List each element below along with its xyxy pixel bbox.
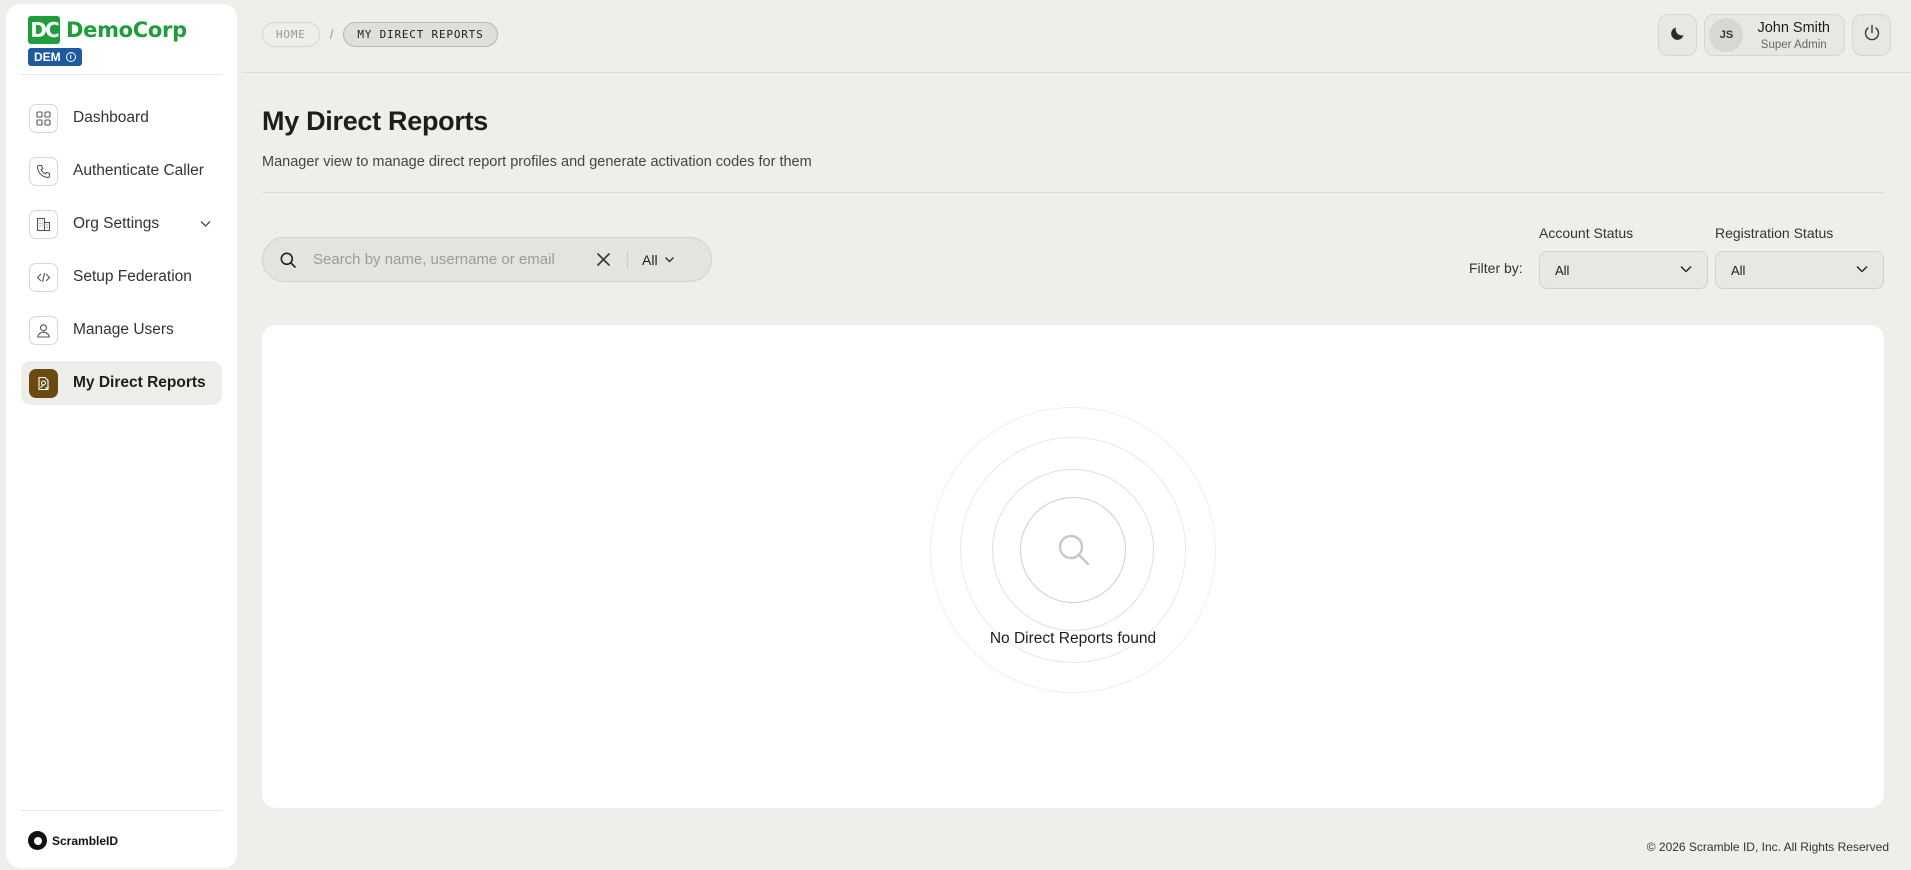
sidebar-item-my-direct-reports[interactable]: My Direct Reports xyxy=(21,361,222,405)
clear-search-icon[interactable] xyxy=(583,252,623,267)
user-check-icon xyxy=(29,368,58,398)
sidebar-item-dashboard[interactable]: Dashboard xyxy=(21,96,222,140)
avatar: JS xyxy=(1709,18,1744,52)
breadcrumb-current: MY DIRECT REPORTS xyxy=(343,22,498,47)
user-role: Super Admin xyxy=(1760,38,1827,51)
search-icon xyxy=(1056,532,1092,573)
account-status-filter: Account Status All xyxy=(1539,225,1708,289)
search-divider xyxy=(627,249,628,270)
sidebar-item-label: My Direct Reports xyxy=(73,374,206,391)
logout-button[interactable] xyxy=(1852,14,1891,56)
sidebar-item-setup-federation[interactable]: Setup Federation xyxy=(21,255,222,299)
page-subtitle: Manager view to manage direct report pro… xyxy=(262,154,812,170)
user-menu[interactable]: JS John Smith Super Admin xyxy=(1704,14,1845,56)
sidebar-footer-divider xyxy=(21,810,222,811)
account-status-select[interactable]: All xyxy=(1539,251,1708,289)
sidebar-nav: Dashboard Authenticate Caller Org Settin… xyxy=(21,96,222,414)
registration-status-select[interactable]: All xyxy=(1715,251,1884,289)
header-divider xyxy=(242,72,1911,73)
user-icon xyxy=(29,315,58,345)
sidebar-item-label: Authenticate Caller xyxy=(73,162,204,179)
grid-icon xyxy=(29,103,58,133)
account-status-value: All xyxy=(1555,262,1570,278)
empty-state-message: No Direct Reports found xyxy=(989,630,1157,647)
moon-icon xyxy=(1669,24,1687,47)
user-name: John Smith xyxy=(1757,19,1830,36)
search-input[interactable] xyxy=(313,251,583,268)
chevron-down-icon xyxy=(664,252,675,268)
page-title: My Direct Reports xyxy=(262,106,488,136)
breadcrumb: HOME / MY DIRECT REPORTS xyxy=(262,22,498,47)
direct-reports-panel: No Direct Reports found xyxy=(262,325,1884,808)
registration-status-filter: Registration Status All xyxy=(1715,225,1884,289)
sidebar-item-label: Manage Users xyxy=(73,321,174,338)
theme-toggle-button[interactable] xyxy=(1658,14,1698,56)
chevron-down-icon xyxy=(1855,262,1869,279)
sidebar-divider xyxy=(21,74,222,75)
copyright: © 2026 Scramble ID, Inc. All Rights Rese… xyxy=(1646,840,1889,854)
scrambleid-label: ScrambleID xyxy=(52,833,119,848)
brand-name: DemoCorp xyxy=(66,18,187,42)
scrambleid-logo-icon xyxy=(28,831,47,850)
building-icon xyxy=(29,209,58,239)
registration-status-label: Registration Status xyxy=(1715,225,1834,241)
search-icon xyxy=(263,251,313,269)
chevron-down-icon xyxy=(1679,262,1693,279)
org-badge-label: DEM xyxy=(34,50,61,64)
brand[interactable]: DC DemoCorp DEM i xyxy=(28,16,187,66)
chevron-down-icon[interactable] xyxy=(199,217,212,235)
breadcrumb-home[interactable]: HOME xyxy=(262,22,320,47)
header-actions: JS John Smith Super Admin xyxy=(1658,14,1891,56)
account-status-label: Account Status xyxy=(1539,225,1634,241)
filter-by-label: Filter by: xyxy=(1469,260,1523,276)
scrambleid-brand: ScrambleID xyxy=(28,831,118,850)
search-scope-value: All xyxy=(642,251,658,268)
phone-icon xyxy=(29,156,58,186)
registration-status-value: All xyxy=(1731,262,1746,278)
sidebar-item-org-settings[interactable]: Org Settings xyxy=(21,202,222,246)
org-badge[interactable]: DEM i xyxy=(28,48,82,66)
sidebar-item-authenticate-caller[interactable]: Authenticate Caller xyxy=(21,149,222,193)
sidebar-item-label: Dashboard xyxy=(73,109,149,126)
search-bar: All xyxy=(262,237,712,282)
sidebar-item-label: Setup Federation xyxy=(73,268,192,285)
sidebar: DC DemoCorp DEM i Dashboard Authenticate… xyxy=(6,4,237,868)
power-icon xyxy=(1862,23,1882,48)
sidebar-item-label: Org Settings xyxy=(73,215,160,232)
info-icon[interactable]: i xyxy=(65,52,76,62)
democorp-logo: DC xyxy=(28,16,60,44)
title-divider xyxy=(262,192,1884,193)
breadcrumb-separator: / xyxy=(329,27,334,42)
code-icon xyxy=(29,262,58,292)
search-scope-dropdown[interactable]: All xyxy=(642,252,675,268)
sidebar-item-manage-users[interactable]: Manage Users xyxy=(21,308,222,352)
